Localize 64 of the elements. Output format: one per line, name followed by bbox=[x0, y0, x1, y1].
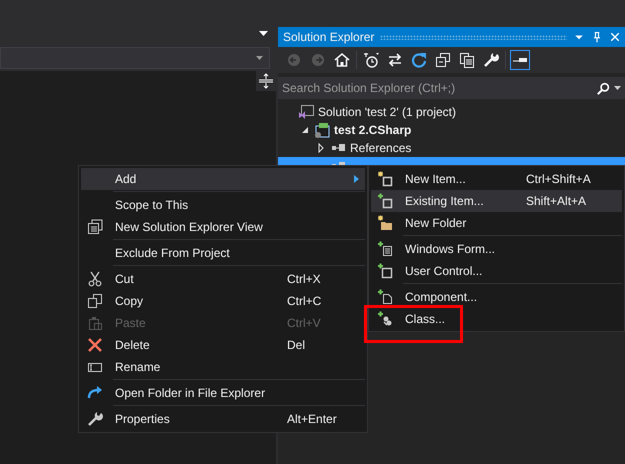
component-icon bbox=[377, 289, 393, 305]
menu-item[interactable]: Properties Alt+Enter bbox=[81, 408, 365, 430]
toolbar-button[interactable] bbox=[409, 50, 429, 70]
menu-item[interactable]: Exclude From Project bbox=[81, 242, 365, 264]
back-icon bbox=[286, 52, 302, 68]
collapsed-icon[interactable] bbox=[316, 143, 326, 153]
submenu-item[interactable]: New Item... Ctrl+Shift+A bbox=[371, 168, 622, 190]
clipboard-icon bbox=[87, 315, 103, 331]
submenu-item[interactable]: Class... bbox=[371, 308, 622, 330]
pin-icon bbox=[591, 31, 603, 43]
menu-item[interactable]: Copy Ctrl+C bbox=[81, 290, 365, 312]
class-icon bbox=[377, 311, 393, 327]
tree-item[interactable]: Solution 'test 2' (1 project) bbox=[278, 103, 625, 121]
control-icon bbox=[377, 263, 393, 279]
curved-arrow-icon bbox=[87, 385, 103, 401]
files-icon bbox=[459, 52, 475, 68]
panel-title: Solution Explorer bbox=[283, 30, 374, 44]
menu-item[interactable]: Cut Ctrl+X bbox=[81, 268, 365, 290]
search-icon bbox=[597, 82, 610, 94]
toolbar-button[interactable] bbox=[510, 50, 530, 70]
refresh-icon bbox=[411, 52, 427, 68]
menu-item[interactable]: Delete Del bbox=[81, 334, 365, 356]
menu-item[interactable]: Rename bbox=[81, 356, 365, 378]
toolbar-button[interactable] bbox=[332, 50, 352, 70]
submenu-item[interactable]: Component... bbox=[371, 286, 622, 308]
add-item-icon bbox=[377, 193, 393, 209]
menu-item[interactable]: Open Folder in File Explorer bbox=[81, 382, 365, 404]
menu-item[interactable]: New Solution Explorer View bbox=[81, 216, 365, 238]
wrench-icon bbox=[483, 52, 499, 68]
copy-icon bbox=[87, 293, 103, 309]
toolbar-button[interactable] bbox=[457, 50, 477, 70]
forward-icon bbox=[310, 52, 326, 68]
tree-item[interactable]: test 2.CSharp bbox=[278, 121, 625, 139]
history-icon bbox=[363, 52, 379, 68]
menu-item[interactable]: Scope to This bbox=[81, 194, 365, 216]
scissors-icon bbox=[87, 271, 103, 287]
delete-x-icon bbox=[87, 337, 103, 353]
form-icon bbox=[377, 241, 393, 257]
search-field[interactable]: Search Solution Explorer (Ctrl+;) bbox=[282, 81, 593, 95]
new-folder-icon bbox=[377, 215, 393, 231]
dropdown-icon[interactable] bbox=[614, 86, 621, 90]
home-icon bbox=[334, 52, 350, 68]
toolbar-button[interactable] bbox=[433, 50, 453, 70]
submenu-item[interactable]: Windows Form... bbox=[371, 238, 622, 260]
sync-arrows-icon bbox=[387, 52, 403, 68]
dropdown-icon bbox=[256, 56, 263, 60]
wrench-icon bbox=[87, 411, 103, 427]
submenu-item[interactable]: User Control... bbox=[371, 260, 622, 282]
search-box[interactable]: Search Solution Explorer (Ctrl+;) bbox=[278, 77, 625, 99]
collapse-icon bbox=[435, 52, 451, 68]
dropdown-icon[interactable] bbox=[259, 31, 268, 36]
menu-item[interactable]: Add bbox=[81, 168, 365, 190]
tree-item[interactable]: References bbox=[278, 139, 625, 157]
project-icon bbox=[314, 122, 330, 138]
splitter-icon bbox=[258, 73, 274, 89]
submenu-item[interactable]: New Folder bbox=[371, 212, 622, 234]
window-list-icon bbox=[87, 219, 103, 235]
submenu-arrow-icon bbox=[354, 175, 359, 183]
solution-icon bbox=[298, 104, 314, 120]
expanded-icon[interactable] bbox=[300, 125, 310, 135]
toolbar-button[interactable] bbox=[361, 50, 381, 70]
close-icon bbox=[609, 31, 621, 43]
submenu-item[interactable]: Existing Item... Shift+Alt+A bbox=[371, 190, 622, 212]
new-item-icon bbox=[377, 171, 393, 187]
